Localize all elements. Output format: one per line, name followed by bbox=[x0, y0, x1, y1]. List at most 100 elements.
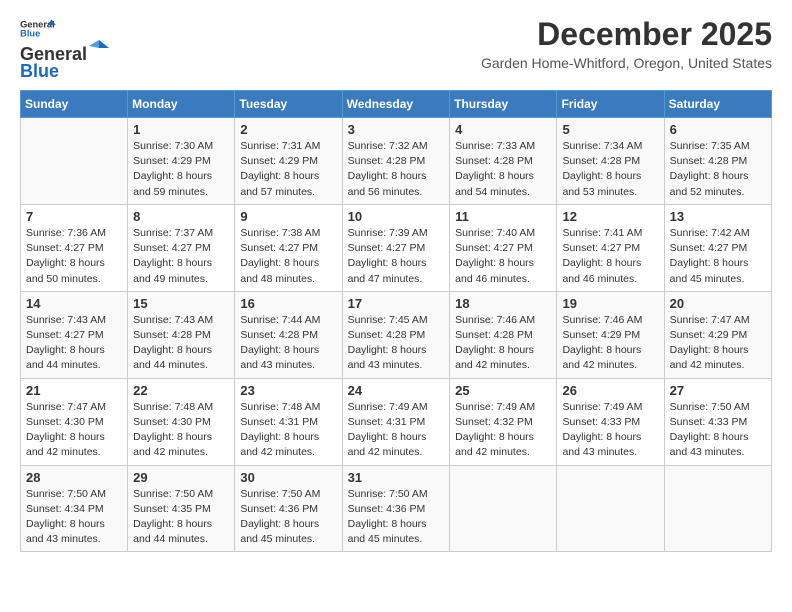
day-cell: 22Sunrise: 7:48 AMSunset: 4:30 PMDayligh… bbox=[128, 378, 235, 465]
day-cell: 9 Sunrise: 7:38 AMSunset: 4:27 PMDaylight… bbox=[235, 204, 342, 291]
day-number: 6 bbox=[670, 122, 766, 137]
day-info: Sunrise: 7:35 AMSunset: 4:28 PMDaylight:… bbox=[670, 139, 766, 200]
day-info: Sunrise: 7:43 AMSunset: 4:28 PMDaylight:… bbox=[133, 313, 229, 374]
day-cell: 14Sunrise: 7:43 AMSunset: 4:27 PMDayligh… bbox=[21, 291, 128, 378]
day-cell: 1 Sunrise: 7:30 AMSunset: 4:29 PMDaylight… bbox=[128, 118, 235, 205]
day-cell: 20 Sunrise: 7:47 AMSunset: 4:29 PMDayligh… bbox=[664, 291, 771, 378]
calendar-table: SundayMondayTuesdayWednesdayThursdayFrid… bbox=[20, 90, 772, 552]
day-info: Sunrise: 7:46 AMSunset: 4:28 PMDaylight:… bbox=[455, 313, 551, 374]
day-number: 14 bbox=[26, 296, 122, 311]
col-header-sunday: Sunday bbox=[21, 91, 128, 118]
day-info: Sunrise: 7:50 AMSunset: 4:36 PMDaylight:… bbox=[348, 487, 445, 548]
day-cell: 15 Sunrise: 7:43 AMSunset: 4:28 PMDayligh… bbox=[128, 291, 235, 378]
day-number: 10 bbox=[348, 209, 445, 224]
day-info: Sunrise: 7:50 AMSunset: 4:34 PMDaylight:… bbox=[26, 487, 122, 548]
day-number: 8 bbox=[133, 209, 229, 224]
day-info: Sunrise: 7:30 AMSunset: 4:29 PMDaylight:… bbox=[133, 139, 229, 200]
day-number: 12 bbox=[562, 209, 658, 224]
day-number: 3 bbox=[348, 122, 445, 137]
day-info: Sunrise: 7:36 AMSunset: 4:27 PMDaylight:… bbox=[26, 226, 122, 287]
day-info: Sunrise: 7:50 AMSunset: 4:35 PMDaylight:… bbox=[133, 487, 229, 548]
day-info: Sunrise: 7:32 AMSunset: 4:28 PMDaylight:… bbox=[348, 139, 445, 200]
day-cell: 4Sunrise: 7:33 AMSunset: 4:28 PMDaylight… bbox=[450, 118, 557, 205]
logo-bird-icon bbox=[89, 38, 109, 60]
day-cell: 7 Sunrise: 7:36 AMSunset: 4:27 PMDaylight… bbox=[21, 204, 128, 291]
day-info: Sunrise: 7:37 AMSunset: 4:27 PMDaylight:… bbox=[133, 226, 229, 287]
day-cell bbox=[450, 465, 557, 552]
day-info: Sunrise: 7:47 AMSunset: 4:29 PMDaylight:… bbox=[670, 313, 766, 374]
day-number: 29 bbox=[133, 470, 229, 485]
day-cell: 10Sunrise: 7:39 AMSunset: 4:27 PMDayligh… bbox=[342, 204, 450, 291]
col-header-tuesday: Tuesday bbox=[235, 91, 342, 118]
day-cell: 12 Sunrise: 7:41 AMSunset: 4:27 PMDayligh… bbox=[557, 204, 664, 291]
logo: General Blue General Blue bbox=[20, 16, 109, 82]
svg-text:Blue: Blue bbox=[20, 29, 40, 38]
day-info: Sunrise: 7:31 AMSunset: 4:29 PMDaylight:… bbox=[240, 139, 336, 200]
col-header-saturday: Saturday bbox=[664, 91, 771, 118]
day-number: 15 bbox=[133, 296, 229, 311]
day-info: Sunrise: 7:38 AMSunset: 4:27 PMDaylight:… bbox=[240, 226, 336, 287]
day-info: Sunrise: 7:45 AMSunset: 4:28 PMDaylight:… bbox=[348, 313, 445, 374]
day-cell: 2 Sunrise: 7:31 AMSunset: 4:29 PMDaylight… bbox=[235, 118, 342, 205]
day-cell: 26Sunrise: 7:49 AMSunset: 4:33 PMDayligh… bbox=[557, 378, 664, 465]
week-row-1: 1 Sunrise: 7:30 AMSunset: 4:29 PMDaylight… bbox=[21, 118, 772, 205]
day-info: Sunrise: 7:46 AMSunset: 4:29 PMDaylight:… bbox=[562, 313, 658, 374]
day-cell: 31 Sunrise: 7:50 AMSunset: 4:36 PMDayligh… bbox=[342, 465, 450, 552]
col-header-wednesday: Wednesday bbox=[342, 91, 450, 118]
day-cell bbox=[21, 118, 128, 205]
day-cell bbox=[664, 465, 771, 552]
day-info: Sunrise: 7:48 AMSunset: 4:31 PMDaylight:… bbox=[240, 400, 336, 461]
col-header-thursday: Thursday bbox=[450, 91, 557, 118]
col-header-monday: Monday bbox=[128, 91, 235, 118]
day-number: 1 bbox=[133, 122, 229, 137]
day-cell: 3 Sunrise: 7:32 AMSunset: 4:28 PMDaylight… bbox=[342, 118, 450, 205]
day-cell: 21 Sunrise: 7:47 AMSunset: 4:30 PMDayligh… bbox=[21, 378, 128, 465]
day-info: Sunrise: 7:44 AMSunset: 4:28 PMDaylight:… bbox=[240, 313, 336, 374]
day-number: 19 bbox=[562, 296, 658, 311]
day-cell: 17 Sunrise: 7:45 AMSunset: 4:28 PMDayligh… bbox=[342, 291, 450, 378]
day-number: 17 bbox=[348, 296, 445, 311]
day-cell: 13Sunrise: 7:42 AMSunset: 4:27 PMDayligh… bbox=[664, 204, 771, 291]
day-info: Sunrise: 7:49 AMSunset: 4:32 PMDaylight:… bbox=[455, 400, 551, 461]
day-cell bbox=[557, 465, 664, 552]
day-cell: 16Sunrise: 7:44 AMSunset: 4:28 PMDayligh… bbox=[235, 291, 342, 378]
location-subtitle: Garden Home-Whitford, Oregon, United Sta… bbox=[481, 55, 772, 71]
day-number: 13 bbox=[670, 209, 766, 224]
day-number: 28 bbox=[26, 470, 122, 485]
header-row: SundayMondayTuesdayWednesdayThursdayFrid… bbox=[21, 91, 772, 118]
day-number: 24 bbox=[348, 383, 445, 398]
calendar-header: SundayMondayTuesdayWednesdayThursdayFrid… bbox=[21, 91, 772, 118]
day-cell: 6 Sunrise: 7:35 AMSunset: 4:28 PMDaylight… bbox=[664, 118, 771, 205]
day-number: 31 bbox=[348, 470, 445, 485]
col-header-friday: Friday bbox=[557, 91, 664, 118]
day-info: Sunrise: 7:34 AMSunset: 4:28 PMDaylight:… bbox=[562, 139, 658, 200]
logo-icon: General Blue bbox=[20, 18, 56, 38]
day-cell: 25 Sunrise: 7:49 AMSunset: 4:32 PMDayligh… bbox=[450, 378, 557, 465]
day-number: 2 bbox=[240, 122, 336, 137]
day-cell: 28 Sunrise: 7:50 AMSunset: 4:34 PMDayligh… bbox=[21, 465, 128, 552]
day-info: Sunrise: 7:41 AMSunset: 4:27 PMDaylight:… bbox=[562, 226, 658, 287]
day-number: 21 bbox=[26, 383, 122, 398]
day-number: 7 bbox=[26, 209, 122, 224]
day-number: 5 bbox=[562, 122, 658, 137]
month-title: December 2025 bbox=[481, 16, 772, 53]
day-number: 25 bbox=[455, 383, 551, 398]
day-cell: 30Sunrise: 7:50 AMSunset: 4:36 PMDayligh… bbox=[235, 465, 342, 552]
day-number: 20 bbox=[670, 296, 766, 311]
logo-blue: Blue bbox=[20, 61, 59, 82]
day-info: Sunrise: 7:40 AMSunset: 4:27 PMDaylight:… bbox=[455, 226, 551, 287]
week-row-3: 14Sunrise: 7:43 AMSunset: 4:27 PMDayligh… bbox=[21, 291, 772, 378]
day-cell: 18 Sunrise: 7:46 AMSunset: 4:28 PMDayligh… bbox=[450, 291, 557, 378]
title-block: December 2025 Garden Home-Whitford, Oreg… bbox=[481, 16, 772, 71]
day-number: 4 bbox=[455, 122, 551, 137]
day-cell: 27Sunrise: 7:50 AMSunset: 4:33 PMDayligh… bbox=[664, 378, 771, 465]
day-info: Sunrise: 7:47 AMSunset: 4:30 PMDaylight:… bbox=[26, 400, 122, 461]
day-number: 11 bbox=[455, 209, 551, 224]
day-number: 18 bbox=[455, 296, 551, 311]
day-cell: 23Sunrise: 7:48 AMSunset: 4:31 PMDayligh… bbox=[235, 378, 342, 465]
day-number: 9 bbox=[240, 209, 336, 224]
week-row-5: 28 Sunrise: 7:50 AMSunset: 4:34 PMDayligh… bbox=[21, 465, 772, 552]
day-number: 30 bbox=[240, 470, 336, 485]
calendar-body: 1 Sunrise: 7:30 AMSunset: 4:29 PMDaylight… bbox=[21, 118, 772, 552]
day-cell: 8 Sunrise: 7:37 AMSunset: 4:27 PMDaylight… bbox=[128, 204, 235, 291]
